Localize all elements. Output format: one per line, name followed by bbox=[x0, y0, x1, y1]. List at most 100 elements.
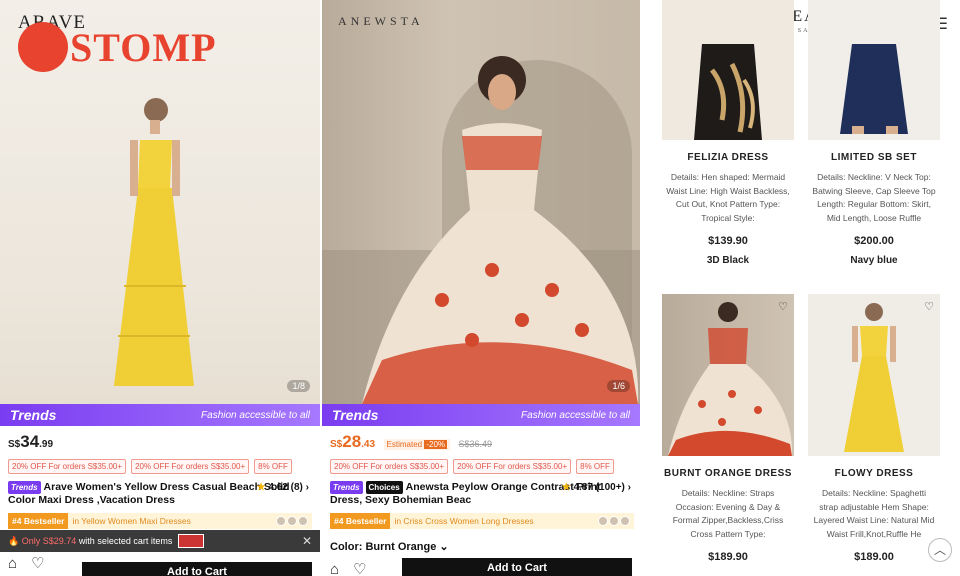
product-price: S$34.99 bbox=[8, 432, 53, 452]
heart-icon[interactable]: ♡ bbox=[31, 556, 44, 572]
yellow-dress-photo bbox=[844, 303, 904, 452]
bestseller-badge: #4 Bestseller bbox=[330, 513, 391, 529]
burnt-orange-dress-model bbox=[362, 56, 639, 404]
store-icon[interactable]: ⌂ bbox=[8, 556, 17, 572]
cart-notice-amount: S$29.74 bbox=[42, 536, 77, 546]
heart-icon[interactable]: ♡ bbox=[353, 562, 366, 576]
trends-tag: Trends bbox=[330, 481, 363, 494]
yellow-dress-model bbox=[114, 98, 194, 386]
rating-count: (8) bbox=[290, 482, 303, 493]
bestseller-category: in Criss Cross Women Long Dresses bbox=[394, 516, 534, 526]
avatar bbox=[287, 516, 297, 526]
la-beaute-shop-panel: 0 LA BEAUTÉ BY SARA ☰ FELIZIA DRESS Deta… bbox=[642, 0, 960, 576]
footprint-icon bbox=[18, 22, 68, 72]
avatar bbox=[598, 516, 608, 526]
product-description: Details: Neckline: V Neck Top: Batwing S… bbox=[812, 172, 936, 223]
rating[interactable]: ★ 4.62 (8) › bbox=[257, 481, 309, 494]
store-icon[interactable]: ⌂ bbox=[330, 562, 339, 576]
product-price: $189.00 bbox=[854, 551, 894, 563]
trends-banner[interactable]: Trends Fashion accessible to all bbox=[322, 404, 640, 426]
color-selector[interactable]: Color: Burnt Orange ⌄ bbox=[330, 540, 449, 553]
product-photo[interactable]: ARAVE STOMP 1/8 bbox=[0, 0, 320, 404]
navy-set-photo bbox=[840, 44, 908, 134]
trends-logo: Trends bbox=[332, 407, 379, 423]
coupon-row: 20% OFF For orders S$35.00+ 20% OFF For … bbox=[330, 459, 614, 474]
product-image[interactable]: ♡ bbox=[662, 294, 794, 456]
product-image[interactable]: ♡ bbox=[808, 294, 940, 456]
product-price: $189.90 bbox=[708, 551, 748, 563]
watermark-text: STOMP bbox=[70, 24, 217, 70]
image-counter: 1/8 bbox=[287, 380, 310, 392]
coupon-tag[interactable]: 8% OFF bbox=[254, 459, 292, 474]
product-panel-arave: ARAVE STOMP 1/8 Trends Fashion accessibl… bbox=[0, 0, 320, 576]
product-name[interactable]: FELIZIA DRESS bbox=[662, 152, 794, 163]
product-title: Arave Women's Yellow Dress Casual Beach … bbox=[8, 481, 290, 506]
add-to-cart-button[interactable]: Add to Cart bbox=[402, 558, 632, 576]
avatar bbox=[298, 516, 308, 526]
image-counter: 1/6 bbox=[607, 380, 630, 392]
rating-value: 4.87 bbox=[573, 482, 593, 493]
price-main: 28 bbox=[342, 432, 362, 451]
bestseller-badge: #4 Bestseller bbox=[8, 513, 69, 529]
heart-icon[interactable]: ♡ bbox=[778, 300, 788, 313]
estimated-tag: Estimated -20% bbox=[383, 439, 451, 450]
coupon-tag[interactable]: 20% OFF For orders S$35.00+ bbox=[330, 459, 449, 474]
collage: ARAVE STOMP 1/8 Trends Fashion accessibl… bbox=[0, 0, 960, 576]
fire-icon: 🔥 bbox=[8, 535, 20, 546]
trends-tag: Trends bbox=[8, 481, 41, 494]
price-currency: S$ bbox=[8, 439, 21, 450]
coupon-tag[interactable]: 20% OFF For orders S$35.00+ bbox=[8, 459, 127, 474]
product-price: S$28.43 Estimated -20% S$36.49 bbox=[330, 432, 492, 452]
color-value: Burnt Orange bbox=[365, 541, 437, 553]
action-icons: ⌂ ♡ bbox=[330, 562, 367, 576]
product-card[interactable]: ♡ FLOWY DRESS Details: Neckline: Spaghet… bbox=[808, 294, 940, 563]
cart-notice: 🔥 Only S$29.74 with selected cart items … bbox=[0, 530, 320, 552]
product-panel-anewsta: ANEWSTA 1/6 Trends Fashion accessible to… bbox=[322, 0, 640, 576]
heart-icon[interactable]: ♡ bbox=[924, 300, 934, 313]
avatar bbox=[276, 516, 286, 526]
add-to-cart-button[interactable]: Add to Cart bbox=[82, 562, 312, 576]
avatar bbox=[620, 516, 630, 526]
rating-count: (100+) bbox=[595, 482, 625, 493]
cart-item-thumbnail bbox=[178, 534, 205, 548]
product-price: $200.00 bbox=[854, 235, 894, 247]
product-card[interactable]: LIMITED SB SET Details: Neckline: V Neck… bbox=[808, 0, 940, 266]
product-name[interactable]: FLOWY DRESS bbox=[808, 468, 940, 479]
coupon-tag[interactable]: 8% OFF bbox=[576, 459, 614, 474]
price-currency: S$ bbox=[330, 439, 343, 450]
price-main: 34 bbox=[20, 432, 40, 451]
bestseller-bar[interactable]: #4 Bestseller in Criss Cross Women Long … bbox=[330, 513, 634, 529]
trends-tagline: Fashion accessible to all bbox=[521, 409, 630, 421]
bestseller-category: in Yellow Women Maxi Dresses bbox=[72, 516, 191, 526]
product-image[interactable] bbox=[662, 0, 794, 140]
product-card[interactable]: ♡ BURNT ORANGE DRESS Details: Neckline: … bbox=[662, 294, 794, 563]
product-title-block[interactable]: Trends Choices Anewsta Peylow Orange Contr… bbox=[330, 481, 635, 507]
rating[interactable]: ★ 4.87 (100+) › bbox=[562, 481, 631, 494]
product-card[interactable]: FELIZIA DRESS Details: Hen shaped: Merma… bbox=[662, 0, 794, 266]
star-icon: ★ bbox=[256, 482, 266, 493]
product-description: Details: Neckline: Spaghetti strap adjus… bbox=[813, 488, 935, 539]
coupon-tag[interactable]: 20% OFF For orders S$35.00+ bbox=[131, 459, 250, 474]
product-variant: Navy blue bbox=[850, 255, 898, 266]
coupon-tag[interactable]: 20% OFF For orders S$35.00+ bbox=[453, 459, 572, 474]
product-name[interactable]: LIMITED SB SET bbox=[808, 152, 940, 163]
price-cents: .43 bbox=[361, 439, 376, 450]
product-image[interactable] bbox=[808, 0, 940, 140]
brand-logo: ANEWSTA bbox=[338, 14, 424, 28]
product-title-block[interactable]: Trends Arave Women's Yellow Dress Casual … bbox=[8, 481, 313, 507]
scroll-to-top-button[interactable]: ︿ bbox=[928, 538, 952, 562]
trends-banner[interactable]: Trends Fashion accessible to all bbox=[0, 404, 320, 426]
product-name[interactable]: BURNT ORANGE DRESS bbox=[662, 468, 794, 479]
estimated-discount: -20% bbox=[424, 440, 448, 449]
bestseller-bar[interactable]: #4 Bestseller in Yellow Women Maxi Dress… bbox=[8, 513, 312, 529]
product-description: Details: Neckline: Straps Occasion: Even… bbox=[672, 488, 784, 539]
avatar bbox=[609, 516, 619, 526]
choices-tag: Choices bbox=[365, 481, 403, 494]
black-dress-photo bbox=[694, 44, 762, 140]
cart-notice-prefix: Only bbox=[21, 536, 41, 546]
estimated-label: Estimated bbox=[386, 440, 423, 449]
product-photo[interactable]: ANEWSTA 1/6 bbox=[322, 0, 640, 404]
buyer-avatars bbox=[276, 516, 308, 526]
close-icon[interactable]: ✕ bbox=[302, 534, 312, 548]
trends-tagline: Fashion accessible to all bbox=[201, 409, 310, 421]
